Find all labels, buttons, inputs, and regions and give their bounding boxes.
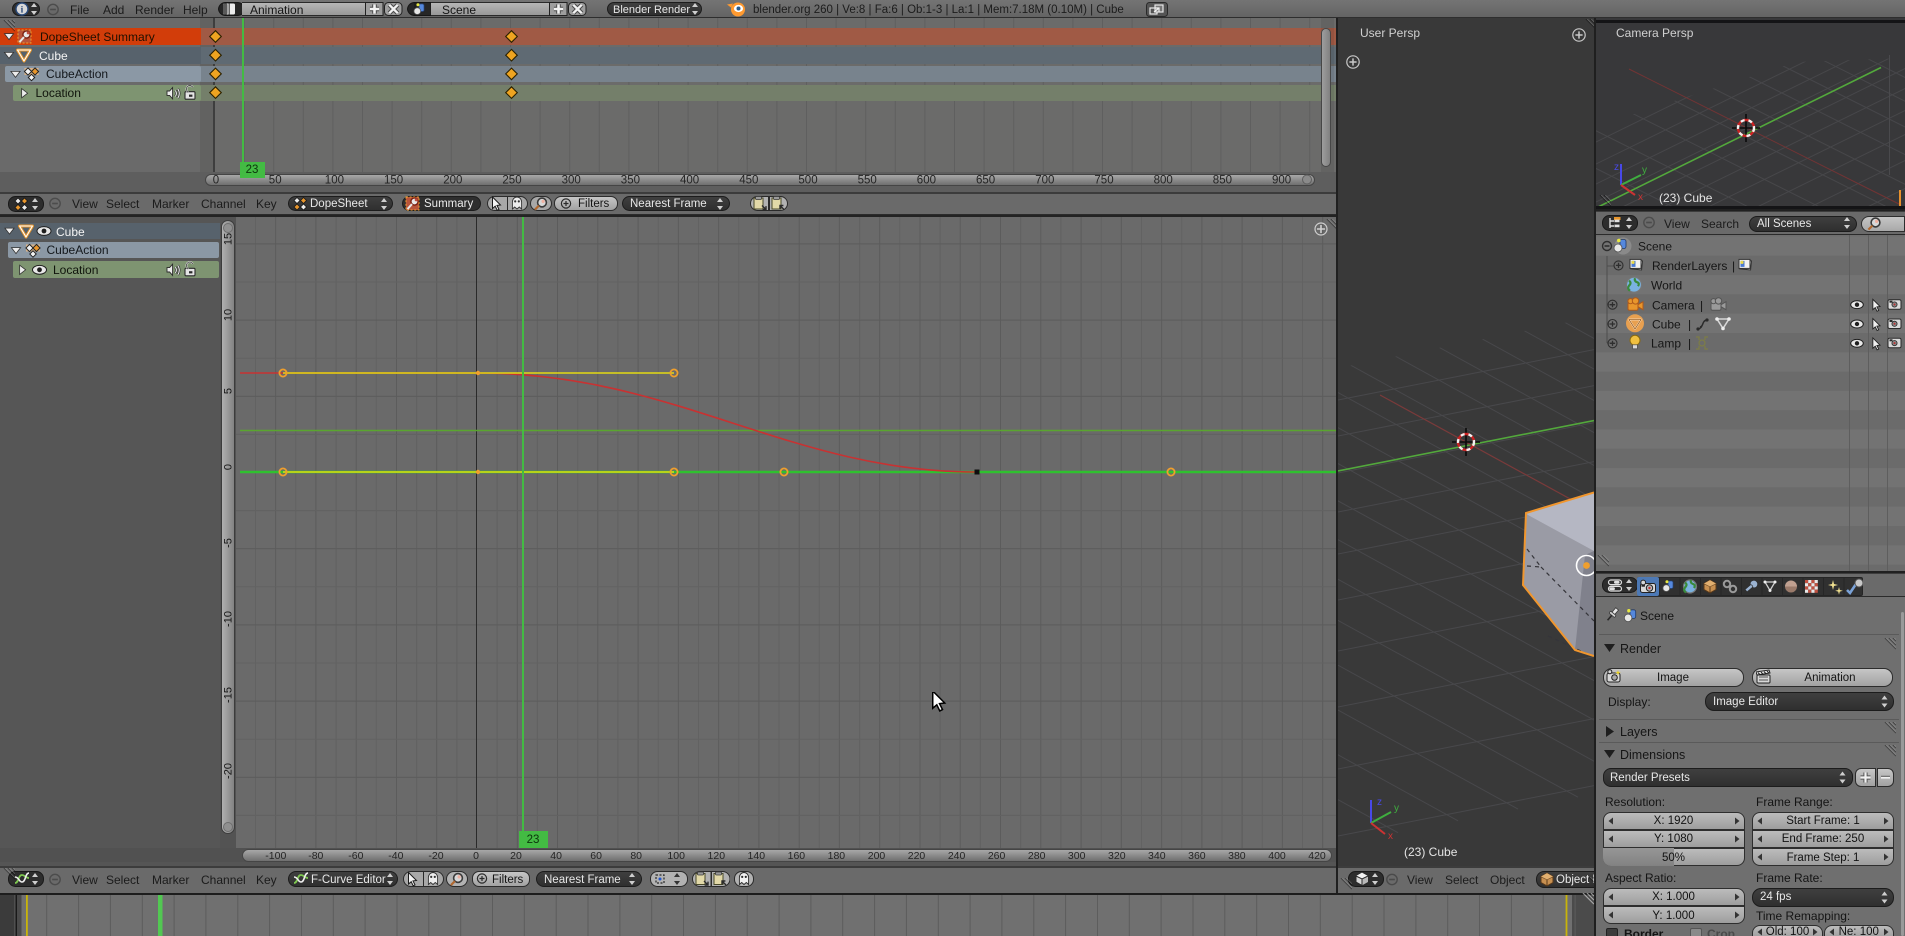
svg-text:320: 320	[1108, 850, 1126, 862]
svg-text:380: 380	[1228, 850, 1246, 862]
svg-text:-20: -20	[428, 850, 443, 862]
svg-text:|: |	[1732, 259, 1735, 273]
svg-text:World: World	[1651, 278, 1682, 292]
svg-text:z: z	[1614, 162, 1619, 173]
svg-text:120: 120	[708, 850, 726, 862]
svg-text:280: 280	[1028, 850, 1046, 862]
svg-text:RenderLayers: RenderLayers	[1652, 259, 1727, 273]
svg-text:z: z	[1377, 797, 1382, 808]
svg-text:|: |	[1688, 317, 1691, 331]
svg-text:420: 420	[1308, 850, 1326, 862]
svg-text:40: 40	[550, 850, 562, 862]
svg-text:300: 300	[1068, 850, 1086, 862]
svg-text:60: 60	[590, 850, 602, 862]
svg-text:140: 140	[748, 850, 766, 862]
svg-text:Lamp: Lamp	[1651, 336, 1681, 350]
svg-text:20: 20	[510, 850, 522, 862]
svg-text:y: y	[1642, 165, 1647, 176]
svg-text:-80: -80	[308, 850, 323, 862]
svg-text:100: 100	[667, 850, 685, 862]
svg-text:Cube: Cube	[1652, 317, 1681, 331]
svg-text:|: |	[1700, 299, 1703, 313]
svg-text:-60: -60	[348, 850, 363, 862]
svg-text:180: 180	[828, 850, 846, 862]
svg-text:240: 240	[948, 850, 966, 862]
svg-text:200: 200	[868, 850, 886, 862]
svg-text:y: y	[1394, 803, 1399, 814]
svg-text:x: x	[1638, 192, 1643, 203]
svg-text:|: |	[1688, 336, 1691, 350]
svg-text:0: 0	[473, 850, 479, 862]
svg-text:80: 80	[630, 850, 642, 862]
svg-text:Scene: Scene	[1638, 240, 1672, 254]
svg-text:160: 160	[788, 850, 806, 862]
svg-text:400: 400	[1268, 850, 1286, 862]
svg-text:-40: -40	[388, 850, 403, 862]
svg-text:340: 340	[1148, 850, 1166, 862]
svg-text:260: 260	[988, 850, 1006, 862]
svg-text:x: x	[1388, 831, 1393, 842]
svg-text:220: 220	[908, 850, 926, 862]
svg-text:-100: -100	[265, 850, 286, 862]
svg-text:Camera: Camera	[1652, 299, 1695, 313]
svg-text:360: 360	[1188, 850, 1206, 862]
